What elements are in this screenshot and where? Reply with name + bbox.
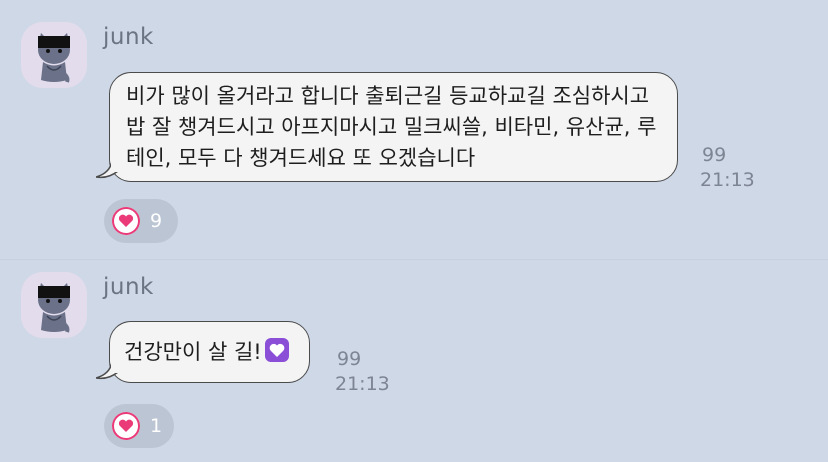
heart-icon — [112, 207, 140, 235]
reaction-count: 9 — [150, 210, 163, 232]
sender-name: junk — [103, 24, 154, 50]
message-bubble[interactable]: 비가 많이 올거라고 합니다 출퇴근길 등교하교길 조심하시고 밥 잘 챙겨드시… — [96, 72, 678, 182]
message-time: 21:13 — [335, 373, 390, 395]
message-bubble[interactable]: 건강만이 살 길! — [96, 321, 310, 383]
purple-heart-emoji-icon — [264, 337, 290, 371]
avatar[interactable] — [21, 272, 87, 338]
reaction-count: 1 — [150, 415, 163, 437]
cat-avatar-icon — [21, 22, 87, 88]
bubble-tail — [96, 362, 118, 380]
reaction-badge[interactable]: 9 — [104, 199, 178, 243]
heart-icon — [112, 412, 140, 440]
avatar[interactable] — [21, 22, 87, 88]
message-text: 건강만이 살 길! — [124, 340, 262, 364]
cat-avatar-icon — [21, 272, 87, 338]
unread-count: 99 — [702, 144, 727, 166]
unread-count: 99 — [337, 348, 362, 370]
message-text: 비가 많이 올거라고 합니다 출퇴근길 등교하교길 조심하시고 밥 잘 챙겨드시… — [126, 84, 657, 170]
reaction-badge[interactable]: 1 — [104, 404, 174, 448]
bubble-tail — [96, 161, 118, 179]
message-time: 21:13 — [700, 169, 755, 191]
message-divider — [0, 259, 828, 260]
chat-view: junk 비가 많이 올거라고 합니다 출퇴근길 등교하교길 조심하시고 밥 잘… — [0, 0, 828, 462]
message-content: 건강만이 살 길! — [124, 337, 295, 371]
sender-name: junk — [103, 274, 154, 300]
